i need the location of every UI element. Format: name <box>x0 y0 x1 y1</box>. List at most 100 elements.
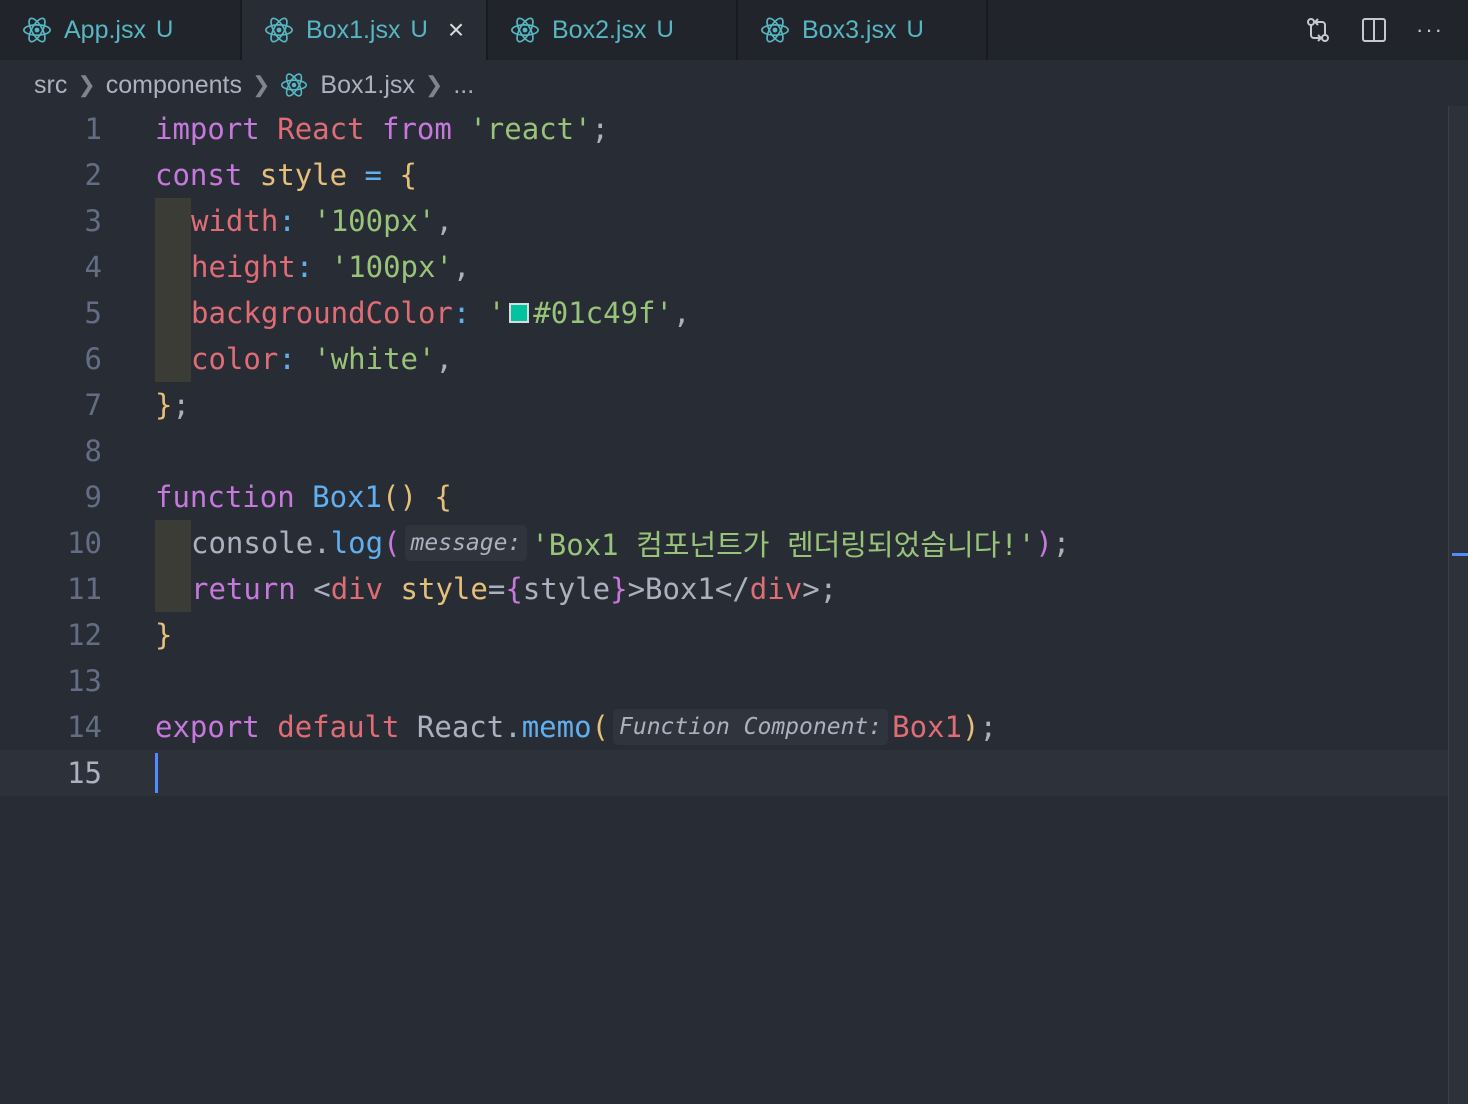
token-keyword: default <box>277 710 400 744</box>
token-punct: , <box>672 296 691 330</box>
token-keyword: function <box>155 480 295 514</box>
chevron-right-icon: ❯ <box>251 72 271 97</box>
tab-box3-jsx[interactable]: Box3.jsx U <box>738 0 988 60</box>
token-keyword: import <box>155 112 260 146</box>
line-number: 1 <box>84 112 102 146</box>
code-line[interactable]: 11 return < div style ={style} > Box1 </div >; <box>0 566 1448 612</box>
token-paren: ( <box>383 526 401 560</box>
indent-guide <box>155 520 191 566</box>
code-line[interactable]: 9 function Box1() { <box>0 474 1448 520</box>
tab-box2-jsx[interactable]: Box2.jsx U <box>488 0 738 60</box>
token-punct: : <box>278 204 314 238</box>
line-number: 14 <box>67 710 102 744</box>
code-line[interactable]: 3 width: '100px', <box>0 198 1448 244</box>
token-string: '100px' <box>313 204 436 238</box>
code-line[interactable]: 5 backgroundColor: ' #01c49f', <box>0 290 1448 336</box>
compare-changes-icon[interactable] <box>1304 16 1332 44</box>
editor-tab-bar: App.jsx U Box1.jsx U × Box2.jsx U Box3.j… <box>0 0 1468 60</box>
token-brace: } <box>610 572 628 606</box>
react-icon <box>265 17 293 43</box>
token-identifier: style <box>522 572 611 606</box>
line-number: 5 <box>84 296 102 330</box>
breadcrumb-src[interactable]: src <box>34 71 67 100</box>
code-line[interactable]: 7 }; <box>0 382 1448 428</box>
vertical-scrollbar[interactable] <box>1448 106 1468 1104</box>
untracked-badge: U <box>906 16 924 43</box>
color-swatch-icon[interactable] <box>509 303 530 323</box>
react-icon <box>281 73 308 97</box>
line-number: 15 <box>67 756 102 790</box>
token-paren: ) <box>1035 526 1053 560</box>
token-paren: () <box>382 480 417 514</box>
token-brace: { <box>434 480 452 514</box>
token-brace: { <box>399 158 417 192</box>
tab-label: Box1.jsx <box>306 15 401 44</box>
token-punct: ; <box>1052 526 1071 560</box>
token-tag: div <box>330 572 384 606</box>
untracked-badge: U <box>410 16 428 43</box>
token-tag: div <box>749 572 803 606</box>
code-line[interactable]: 8 <box>0 428 1448 474</box>
token-paren: ) <box>961 710 980 744</box>
token-keyword: export <box>155 710 260 744</box>
breadcrumb: src ❯ components ❯ Box1.jsx ❯ ... <box>0 60 1468 110</box>
token-operator: = <box>347 158 400 192</box>
token-brace: { <box>505 572 523 606</box>
token-property: width <box>191 204 279 238</box>
token-punct: : <box>278 342 314 376</box>
indent-guide <box>155 566 191 612</box>
token-brace: } <box>155 618 173 652</box>
tab-app-jsx[interactable]: App.jsx U <box>0 0 242 60</box>
token-punct: > <box>802 572 820 606</box>
token-keyword: const <box>155 158 243 192</box>
token-method: memo <box>521 710 592 744</box>
tab-label: Box3.jsx <box>802 15 897 44</box>
close-icon[interactable]: × <box>448 16 464 44</box>
token-punct: < <box>295 572 331 606</box>
line-number: 4 <box>84 250 102 284</box>
chevron-right-icon: ❯ <box>77 72 96 97</box>
token-identifier: style <box>259 158 348 192</box>
line-number: 7 <box>84 388 102 422</box>
code-line[interactable]: 13 <box>0 658 1448 704</box>
react-icon <box>511 17 539 43</box>
indent-guide <box>155 198 191 244</box>
code-line[interactable]: 2 const style = { <box>0 152 1448 198</box>
token-punct: : <box>295 250 331 284</box>
line-number: 9 <box>84 480 102 514</box>
code-line[interactable]: 6 color: 'white', <box>0 336 1448 382</box>
token-string: #01c49f' <box>533 296 673 330</box>
code-line[interactable]: 1 import React from 'react'; <box>0 106 1448 152</box>
inlay-hint: Function Component: <box>613 709 889 745</box>
more-actions-icon[interactable]: ··· <box>1416 16 1444 44</box>
breadcrumb-more[interactable]: ... <box>453 71 474 100</box>
token-punct: </ <box>714 572 750 606</box>
token-punct: = <box>487 572 506 606</box>
line-number: 11 <box>67 572 102 606</box>
token-method: log <box>330 526 384 560</box>
code-line[interactable]: 4 height: '100px', <box>0 244 1448 290</box>
code-line[interactable]: 10 console. log(message: 'Box1 컴포넌트가 렌더링되었… <box>0 520 1448 566</box>
token-punct: ; <box>819 572 838 606</box>
token-string: '100px' <box>330 250 453 284</box>
inlay-hint: message: <box>404 525 528 561</box>
code-line-current[interactable]: 15 <box>0 750 1448 796</box>
breadcrumb-file[interactable]: Box1.jsx <box>320 71 414 100</box>
token-text: Box1 <box>645 572 715 606</box>
token-punct: . <box>504 710 522 744</box>
tab-label: App.jsx <box>64 15 146 44</box>
token-property: color <box>191 342 279 376</box>
indent-guide <box>155 336 191 382</box>
token-punct: . <box>313 526 331 560</box>
indent-guide <box>155 244 191 290</box>
breadcrumb-components[interactable]: components <box>106 71 242 100</box>
code-line[interactable]: 14 export default React. memo(Function Co… <box>0 704 1448 750</box>
token-punct: > <box>627 572 646 606</box>
code-editor[interactable]: 1 import React from 'react'; 2 const sty… <box>0 106 1448 1104</box>
token-punct: ; <box>979 710 997 744</box>
text-cursor <box>155 753 158 793</box>
code-line[interactable]: 12 } <box>0 612 1448 658</box>
token-keyword: from <box>382 112 452 146</box>
split-editor-icon[interactable] <box>1360 16 1388 44</box>
tab-box1-jsx[interactable]: Box1.jsx U × <box>242 0 488 60</box>
